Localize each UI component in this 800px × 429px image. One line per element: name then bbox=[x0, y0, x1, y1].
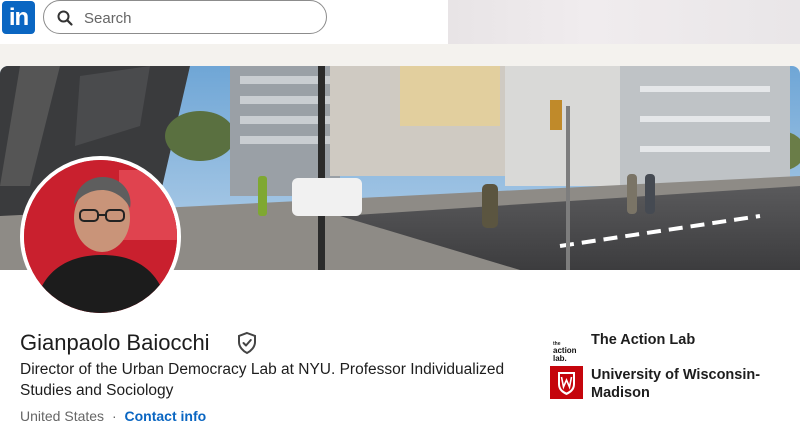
organization-name: The Action Lab bbox=[591, 332, 696, 348]
location-row: United States · Contact info bbox=[20, 408, 206, 424]
profile-photo[interactable] bbox=[20, 156, 181, 317]
profile-headline: Director of the Urban Democracy Lab at N… bbox=[20, 361, 505, 399]
uw-crest-logo bbox=[550, 366, 583, 399]
organization-uw-madison[interactable]: University of Wisconsin-Madison bbox=[550, 366, 761, 402]
profile-name: Gianpaolo Baiocchi bbox=[20, 330, 210, 355]
organization-name: University of Wisconsin-Madison bbox=[591, 367, 761, 401]
top-nav: in bbox=[0, 0, 800, 44]
search-input[interactable] bbox=[84, 7, 314, 29]
action-lab-logo: the action lab. bbox=[550, 331, 583, 364]
nav-banner-area bbox=[448, 0, 800, 44]
contact-info-link[interactable]: Contact info bbox=[125, 408, 207, 424]
separator-dot: · bbox=[111, 408, 117, 424]
location-text: United States bbox=[20, 408, 105, 424]
search-box[interactable] bbox=[43, 0, 327, 34]
shield-check-icon[interactable] bbox=[236, 331, 258, 355]
profile-card: Gianpaolo Baiocchi Director of the Urban… bbox=[0, 66, 800, 429]
organization-action-lab[interactable]: the action lab. The Action Lab bbox=[550, 331, 695, 364]
svg-text:lab.: lab. bbox=[553, 354, 567, 363]
search-icon bbox=[57, 10, 73, 26]
linkedin-logo[interactable]: in bbox=[2, 1, 35, 34]
